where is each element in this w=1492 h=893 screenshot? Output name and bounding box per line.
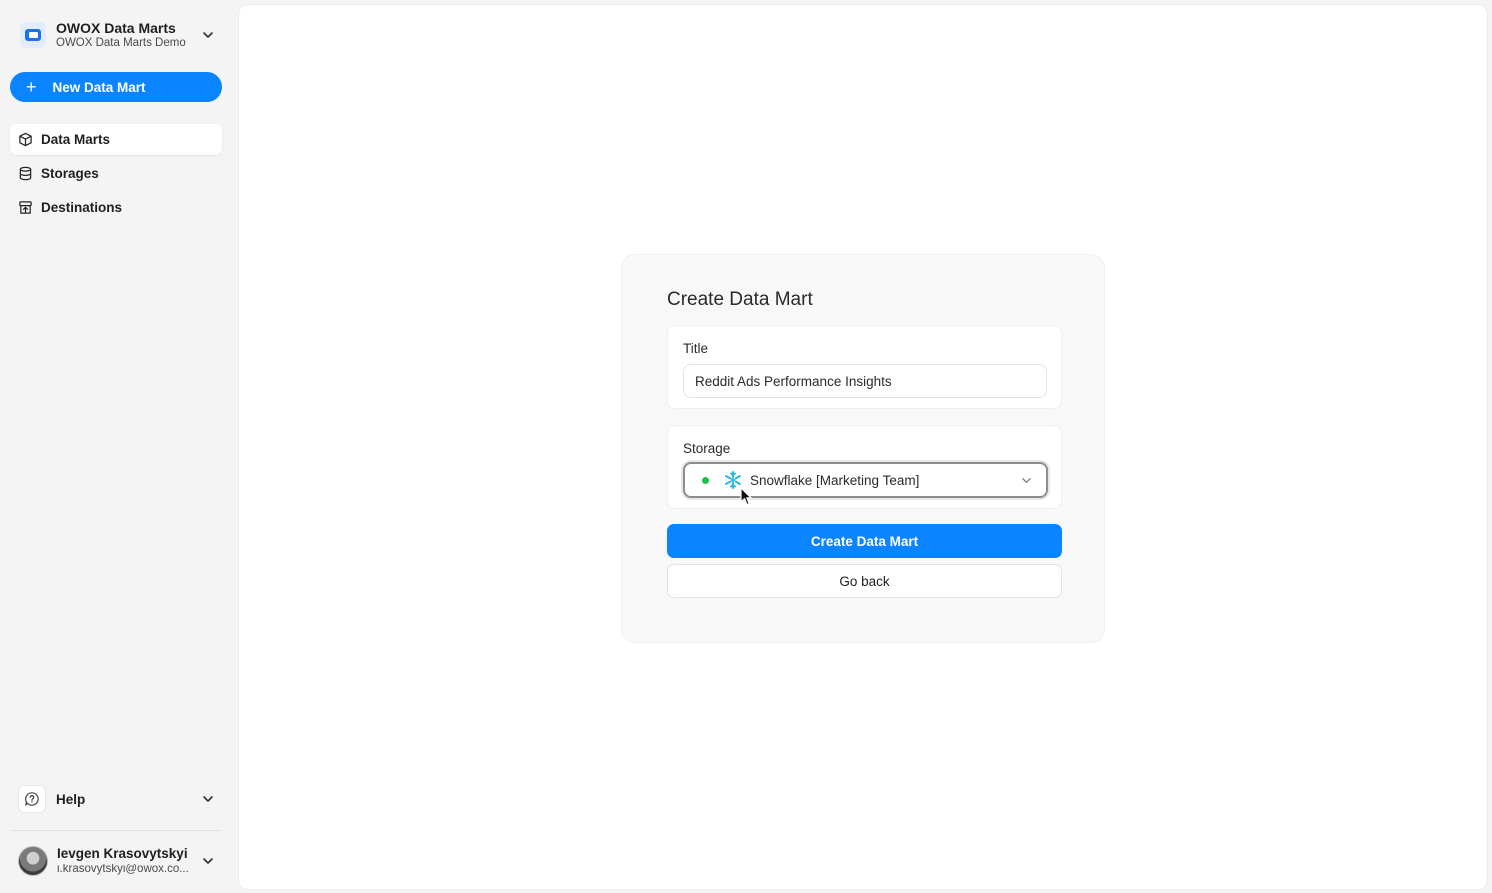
org-switcher[interactable]: OWOX Data Marts OWOX Data Marts Demo	[10, 12, 222, 58]
title-input[interactable]	[683, 364, 1047, 398]
avatar	[18, 846, 48, 876]
user-name: Ievgen Krasovytskyi	[57, 847, 188, 861]
storage-label: Storage	[683, 441, 731, 456]
database-icon	[19, 166, 32, 181]
create-data-mart-button[interactable]: Create Data Mart	[667, 524, 1062, 558]
new-data-mart-button[interactable]: + New Data Mart	[10, 72, 222, 102]
sidebar-item-storages[interactable]: Storages	[10, 158, 222, 189]
sidebar-nav: Data Marts Storages Destinations	[10, 124, 222, 226]
sidebar-item-label: Data Marts	[41, 132, 111, 147]
sidebar-item-label: Destinations	[41, 200, 123, 215]
mouse-cursor-icon	[740, 487, 752, 506]
chevron-down-icon[interactable]	[202, 793, 214, 805]
new-data-mart-label: New Data Mart	[52, 79, 146, 95]
plus-icon: +	[26, 77, 37, 97]
page-title: Create Data Mart	[667, 289, 813, 310]
help-menu[interactable]: Help	[10, 783, 222, 815]
chevron-down-icon[interactable]	[202, 855, 214, 867]
sidebar-item-data-marts[interactable]: Data Marts	[10, 124, 222, 155]
org-name: OWOX Data Marts	[56, 19, 176, 36]
chevron-down-icon	[1022, 477, 1031, 483]
destination-icon	[19, 201, 32, 214]
org-subtitle: OWOX Data Marts Demo	[56, 36, 186, 49]
title-field-group: Title	[667, 325, 1062, 409]
sidebar-item-destinations[interactable]: Destinations	[10, 192, 222, 223]
help-chat-icon	[18, 785, 46, 813]
help-label: Help	[56, 791, 86, 807]
title-label: Title	[683, 341, 709, 356]
storage-select-value: Snowflake [Marketing Team]	[750, 472, 920, 488]
owox-logo-icon	[20, 22, 46, 48]
main-content: Create Data Mart Title Storage Snowfl	[238, 4, 1488, 890]
sidebar-item-label: Storages	[41, 166, 99, 181]
storage-select[interactable]: Snowflake [Marketing Team]	[683, 462, 1048, 498]
status-dot	[702, 476, 709, 484]
storage-field-group: Storage Snowflake [Marketing Team]	[667, 425, 1062, 509]
chevron-down-icon[interactable]	[202, 29, 214, 41]
cube-icon	[19, 132, 32, 147]
sidebar: OWOX Data Marts OWOX Data Marts Demo + N…	[0, 0, 236, 893]
sidebar-divider	[10, 830, 222, 831]
create-data-mart-card: Create Data Mart Title Storage Snowfl	[621, 254, 1105, 643]
go-back-button[interactable]: Go back	[667, 564, 1062, 598]
user-menu[interactable]: Ievgen Krasovytskyi i.krasovytskyi@owox.…	[10, 842, 222, 880]
user-email: i.krasovytskyi@owox.co...	[57, 863, 189, 875]
